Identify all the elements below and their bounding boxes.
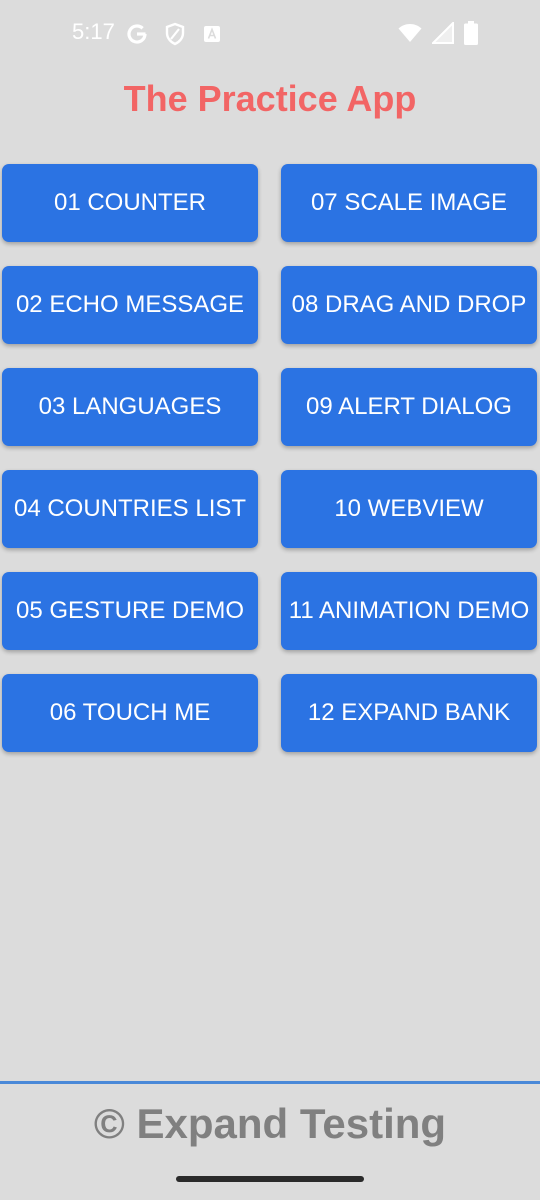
keyboard-a-icon — [202, 24, 222, 44]
status-right-icons — [398, 20, 478, 45]
google-g-icon — [126, 23, 148, 45]
gesture-nav-handle[interactable] — [176, 1176, 364, 1182]
touch-me-button[interactable]: 06 TOUCH ME — [2, 674, 258, 752]
webview-button[interactable]: 10 WEBVIEW — [281, 470, 537, 548]
footer-copyright: © Expand Testing — [93, 1100, 447, 1147]
expand-bank-button[interactable]: 12 EXPAND BANK — [281, 674, 537, 752]
drag-and-drop-button[interactable]: 08 DRAG AND DROP — [281, 266, 537, 344]
status-time: 5:17 — [72, 19, 115, 44]
alert-dialog-button[interactable]: 09 ALERT DIALOG — [281, 368, 537, 446]
status-left-icons — [126, 22, 222, 46]
countries-list-button[interactable]: 04 COUNTRIES LIST — [2, 470, 258, 548]
battery-icon — [464, 21, 478, 45]
languages-button[interactable]: 03 LANGUAGES — [2, 368, 258, 446]
footer-divider — [0, 1081, 540, 1084]
wifi-icon — [398, 23, 422, 43]
status-bar: 5:17 — [0, 0, 540, 64]
gesture-demo-button[interactable]: 05 GESTURE DEMO — [2, 572, 258, 650]
scale-image-button[interactable]: 07 SCALE IMAGE — [281, 164, 537, 242]
animation-demo-button[interactable]: 11 ANIMATION DEMO — [281, 572, 537, 650]
page-title: The Practice App — [123, 78, 417, 119]
echo-message-button[interactable]: 02 ECHO MESSAGE — [2, 266, 258, 344]
signal-icon — [430, 20, 454, 44]
shield-icon — [164, 22, 186, 46]
counter-button[interactable]: 01 COUNTER — [2, 164, 258, 242]
